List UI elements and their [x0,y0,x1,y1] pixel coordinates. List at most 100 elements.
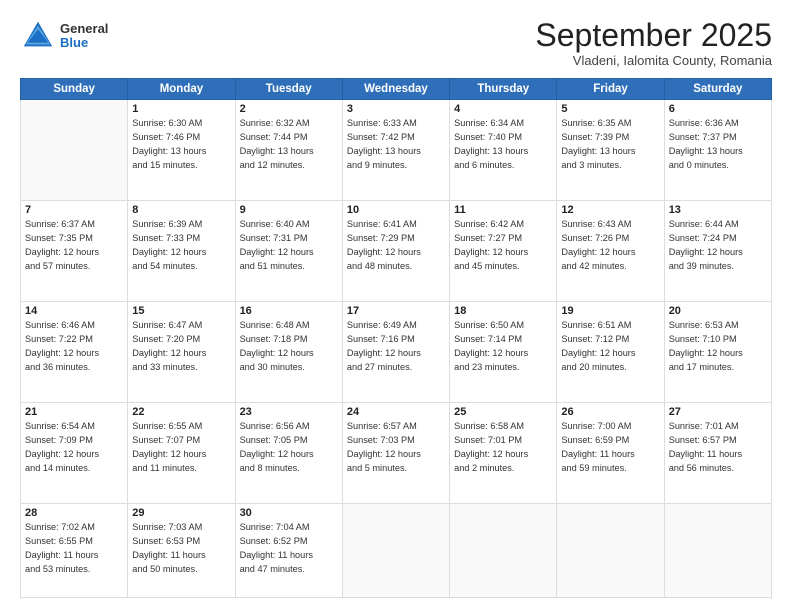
day-number: 14 [25,305,123,317]
header-saturday: Saturday [664,79,771,100]
table-row [664,504,771,598]
day-number: 17 [347,305,445,317]
day-number: 3 [347,103,445,115]
day-number: 23 [240,406,338,418]
day-info: Sunrise: 6:51 AMSunset: 7:12 PMDaylight:… [561,319,659,374]
table-row: 11 Sunrise: 6:42 AMSunset: 7:27 PMDayligh… [450,201,557,302]
day-number: 4 [454,103,552,115]
day-info: Sunrise: 6:54 AMSunset: 7:09 PMDaylight:… [25,420,123,475]
day-info: Sunrise: 7:00 AMSunset: 6:59 PMDaylight:… [561,420,659,475]
day-info: Sunrise: 6:34 AMSunset: 7:40 PMDaylight:… [454,117,552,172]
day-info: Sunrise: 6:42 AMSunset: 7:27 PMDaylight:… [454,218,552,273]
day-number: 24 [347,406,445,418]
day-number: 7 [25,204,123,216]
table-row: 22 Sunrise: 6:55 AMSunset: 7:07 PMDayligh… [128,403,235,504]
day-info: Sunrise: 6:43 AMSunset: 7:26 PMDaylight:… [561,218,659,273]
table-row: 12 Sunrise: 6:43 AMSunset: 7:26 PMDayligh… [557,201,664,302]
day-number: 2 [240,103,338,115]
day-number: 8 [132,204,230,216]
day-number: 5 [561,103,659,115]
table-row: 8 Sunrise: 6:39 AMSunset: 7:33 PMDaylight… [128,201,235,302]
table-row: 10 Sunrise: 6:41 AMSunset: 7:29 PMDayligh… [342,201,449,302]
month-title: September 2025 [535,18,772,53]
day-number: 12 [561,204,659,216]
table-row: 28 Sunrise: 7:02 AMSunset: 6:55 PMDayligh… [21,504,128,598]
day-info: Sunrise: 6:44 AMSunset: 7:24 PMDaylight:… [669,218,767,273]
table-row: 5 Sunrise: 6:35 AMSunset: 7:39 PMDaylight… [557,100,664,201]
table-row: 7 Sunrise: 6:37 AMSunset: 7:35 PMDaylight… [21,201,128,302]
table-row: 3Sunrise: 6:33 AMSunset: 7:42 PMDaylight… [342,100,449,201]
day-info: Sunrise: 6:37 AMSunset: 7:35 PMDaylight:… [25,218,123,273]
table-row: 4 Sunrise: 6:34 AMSunset: 7:40 PMDaylight… [450,100,557,201]
table-row: 19 Sunrise: 6:51 AMSunset: 7:12 PMDayligh… [557,302,664,403]
day-number: 19 [561,305,659,317]
table-row: 17Sunrise: 6:49 AMSunset: 7:16 PMDayligh… [342,302,449,403]
header-monday: Monday [128,79,235,100]
table-row [557,504,664,598]
logo-general-text: General [60,22,108,36]
day-info: Sunrise: 6:30 AMSunset: 7:46 PMDaylight:… [132,117,230,172]
day-info: Sunrise: 6:41 AMSunset: 7:29 PMDaylight:… [347,218,445,273]
day-info: Sunrise: 7:02 AMSunset: 6:55 PMDaylight:… [25,521,123,576]
table-row: 25Sunrise: 6:58 AMSunset: 7:01 PMDayligh… [450,403,557,504]
day-info: Sunrise: 6:55 AMSunset: 7:07 PMDaylight:… [132,420,230,475]
day-info: Sunrise: 6:40 AMSunset: 7:31 PMDaylight:… [240,218,338,273]
day-number: 11 [454,204,552,216]
table-row: 23 Sunrise: 6:56 AMSunset: 7:05 PMDayligh… [235,403,342,504]
day-info: Sunrise: 6:39 AMSunset: 7:33 PMDaylight:… [132,218,230,273]
day-info: Sunrise: 7:03 AMSunset: 6:53 PMDaylight:… [132,521,230,576]
table-row: 29Sunrise: 7:03 AMSunset: 6:53 PMDayligh… [128,504,235,598]
day-number: 21 [25,406,123,418]
day-number: 30 [240,507,338,519]
logo-icon [20,18,56,54]
table-row: 24 Sunrise: 6:57 AMSunset: 7:03 PMDayligh… [342,403,449,504]
day-info: Sunrise: 6:48 AMSunset: 7:18 PMDaylight:… [240,319,338,374]
day-info: Sunrise: 6:46 AMSunset: 7:22 PMDaylight:… [25,319,123,374]
table-row: 26 Sunrise: 7:00 AMSunset: 6:59 PMDayligh… [557,403,664,504]
table-row: 14 Sunrise: 6:46 AMSunset: 7:22 PMDayligh… [21,302,128,403]
day-number: 20 [669,305,767,317]
day-number: 22 [132,406,230,418]
header-wednesday: Wednesday [342,79,449,100]
calendar-row: 1 Sunrise: 6:30 AMSunset: 7:46 PMDaylight… [21,100,772,201]
day-number: 27 [669,406,767,418]
day-info: Sunrise: 6:53 AMSunset: 7:10 PMDaylight:… [669,319,767,374]
logo-text: General Blue [60,22,108,51]
day-number: 10 [347,204,445,216]
table-row: 13 Sunrise: 6:44 AMSunset: 7:24 PMDayligh… [664,201,771,302]
header-thursday: Thursday [450,79,557,100]
day-number: 26 [561,406,659,418]
title-block: September 2025 Vladeni, Ialomita County,… [535,18,772,68]
day-info: Sunrise: 6:58 AMSunset: 7:01 PMDaylight:… [454,420,552,475]
table-row: 20 Sunrise: 6:53 AMSunset: 7:10 PMDayligh… [664,302,771,403]
day-number: 18 [454,305,552,317]
table-row: 27 Sunrise: 7:01 AMSunset: 6:57 PMDayligh… [664,403,771,504]
day-number: 16 [240,305,338,317]
day-number: 6 [669,103,767,115]
day-info: Sunrise: 6:47 AMSunset: 7:20 PMDaylight:… [132,319,230,374]
day-info: Sunrise: 6:57 AMSunset: 7:03 PMDaylight:… [347,420,445,475]
table-row [21,100,128,201]
header-sunday: Sunday [21,79,128,100]
weekday-header-row: Sunday Monday Tuesday Wednesday Thursday… [21,79,772,100]
day-info: Sunrise: 6:50 AMSunset: 7:14 PMDaylight:… [454,319,552,374]
day-number: 1 [132,103,230,115]
day-info: Sunrise: 7:01 AMSunset: 6:57 PMDaylight:… [669,420,767,475]
day-info: Sunrise: 6:35 AMSunset: 7:39 PMDaylight:… [561,117,659,172]
header-friday: Friday [557,79,664,100]
day-info: Sunrise: 6:56 AMSunset: 7:05 PMDaylight:… [240,420,338,475]
table-row: 18 Sunrise: 6:50 AMSunset: 7:14 PMDayligh… [450,302,557,403]
table-row [342,504,449,598]
calendar-row: 21 Sunrise: 6:54 AMSunset: 7:09 PMDayligh… [21,403,772,504]
table-row: 15 Sunrise: 6:47 AMSunset: 7:20 PMDayligh… [128,302,235,403]
calendar-table: Sunday Monday Tuesday Wednesday Thursday… [20,78,772,598]
table-row: 6Sunrise: 6:36 AMSunset: 7:37 PMDaylight… [664,100,771,201]
day-number: 15 [132,305,230,317]
day-number: 13 [669,204,767,216]
calendar-row: 7 Sunrise: 6:37 AMSunset: 7:35 PMDaylight… [21,201,772,302]
day-number: 28 [25,507,123,519]
table-row: 2Sunrise: 6:32 AMSunset: 7:44 PMDaylight… [235,100,342,201]
table-row: 21 Sunrise: 6:54 AMSunset: 7:09 PMDayligh… [21,403,128,504]
table-row: 1 Sunrise: 6:30 AMSunset: 7:46 PMDaylight… [128,100,235,201]
logo-blue-text: Blue [60,36,108,50]
